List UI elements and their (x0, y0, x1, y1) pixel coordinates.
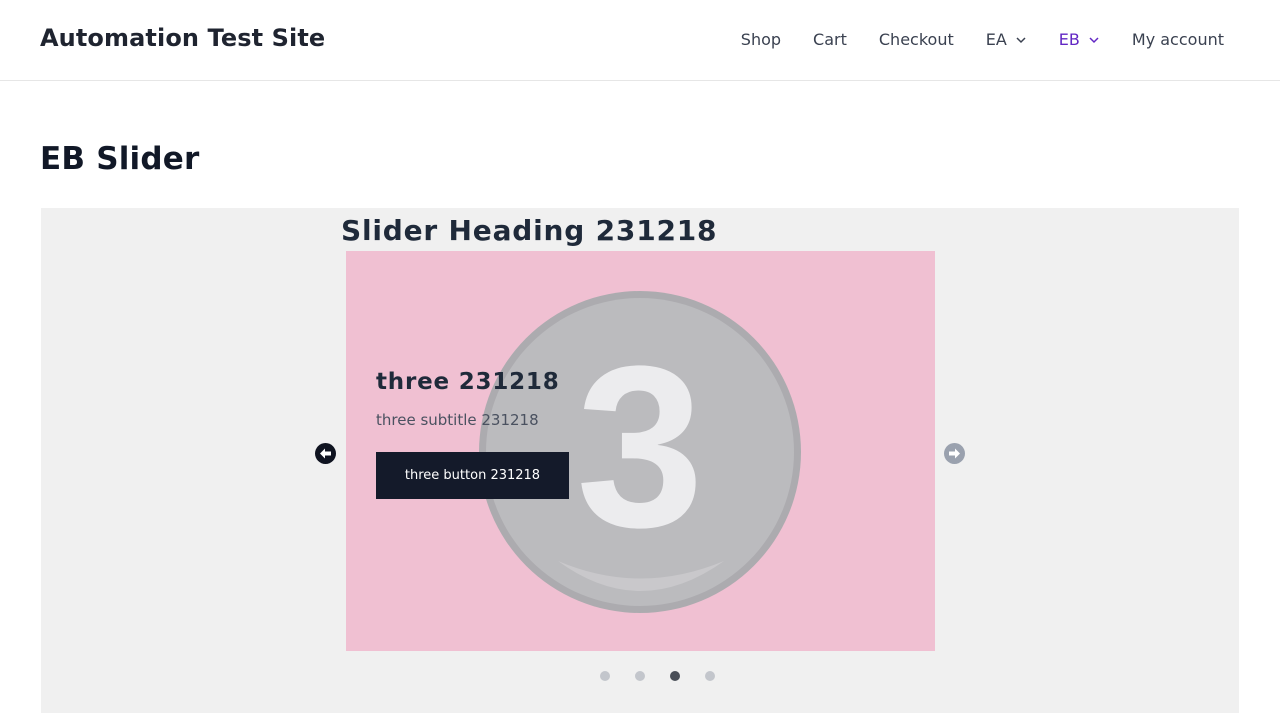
nav-item-checkout[interactable]: Checkout (879, 30, 954, 49)
slide[interactable]: 3 three 231218 three subtitle 231218 thr… (346, 251, 935, 651)
main-nav: Shop Cart Checkout EA EB My account (741, 30, 1224, 49)
nav-item-label: Cart (813, 30, 847, 49)
nav-item-label: My account (1131, 30, 1224, 49)
slider-dot-3[interactable] (670, 671, 680, 681)
arrow-right-icon (949, 448, 960, 459)
nav-item-label: Shop (740, 30, 782, 49)
chevron-down-icon (1016, 36, 1026, 43)
slide-image-number: 3 (576, 318, 704, 575)
slider-prev-button[interactable] (315, 443, 336, 464)
nav-item-label: EB (1058, 30, 1080, 49)
slide-image: 3 (479, 291, 801, 613)
slider-dot-1[interactable] (600, 671, 610, 681)
page-title: EB Slider (40, 141, 200, 177)
nav-item-my-account[interactable]: My account (1132, 30, 1224, 49)
arrow-left-icon (320, 448, 331, 459)
nav-item-shop[interactable]: Shop (741, 30, 781, 49)
nav-item-label: EA (985, 30, 1007, 49)
nav-item-cart[interactable]: Cart (813, 30, 847, 49)
slide-button[interactable]: three button 231218 (376, 452, 569, 499)
site-title[interactable]: Automation Test Site (40, 24, 325, 52)
chevron-down-icon (1089, 36, 1099, 43)
site-header: Automation Test Site Shop Cart Checkout … (0, 0, 1280, 81)
slider-pagination (600, 671, 715, 681)
nav-item-label: Checkout (878, 30, 954, 49)
slider-heading: Slider Heading 231218 (341, 214, 718, 247)
slide-title: three 231218 (376, 369, 560, 395)
slide-subtitle: three subtitle 231218 (376, 411, 539, 429)
slider-next-button[interactable] (944, 443, 965, 464)
slider-dot-2[interactable] (635, 671, 645, 681)
slider-dot-4[interactable] (705, 671, 715, 681)
slider: Slider Heading 231218 3 three 231218 thr… (41, 208, 1239, 713)
nav-item-eb[interactable]: EB (1059, 30, 1100, 49)
nav-item-ea[interactable]: EA (986, 30, 1027, 49)
